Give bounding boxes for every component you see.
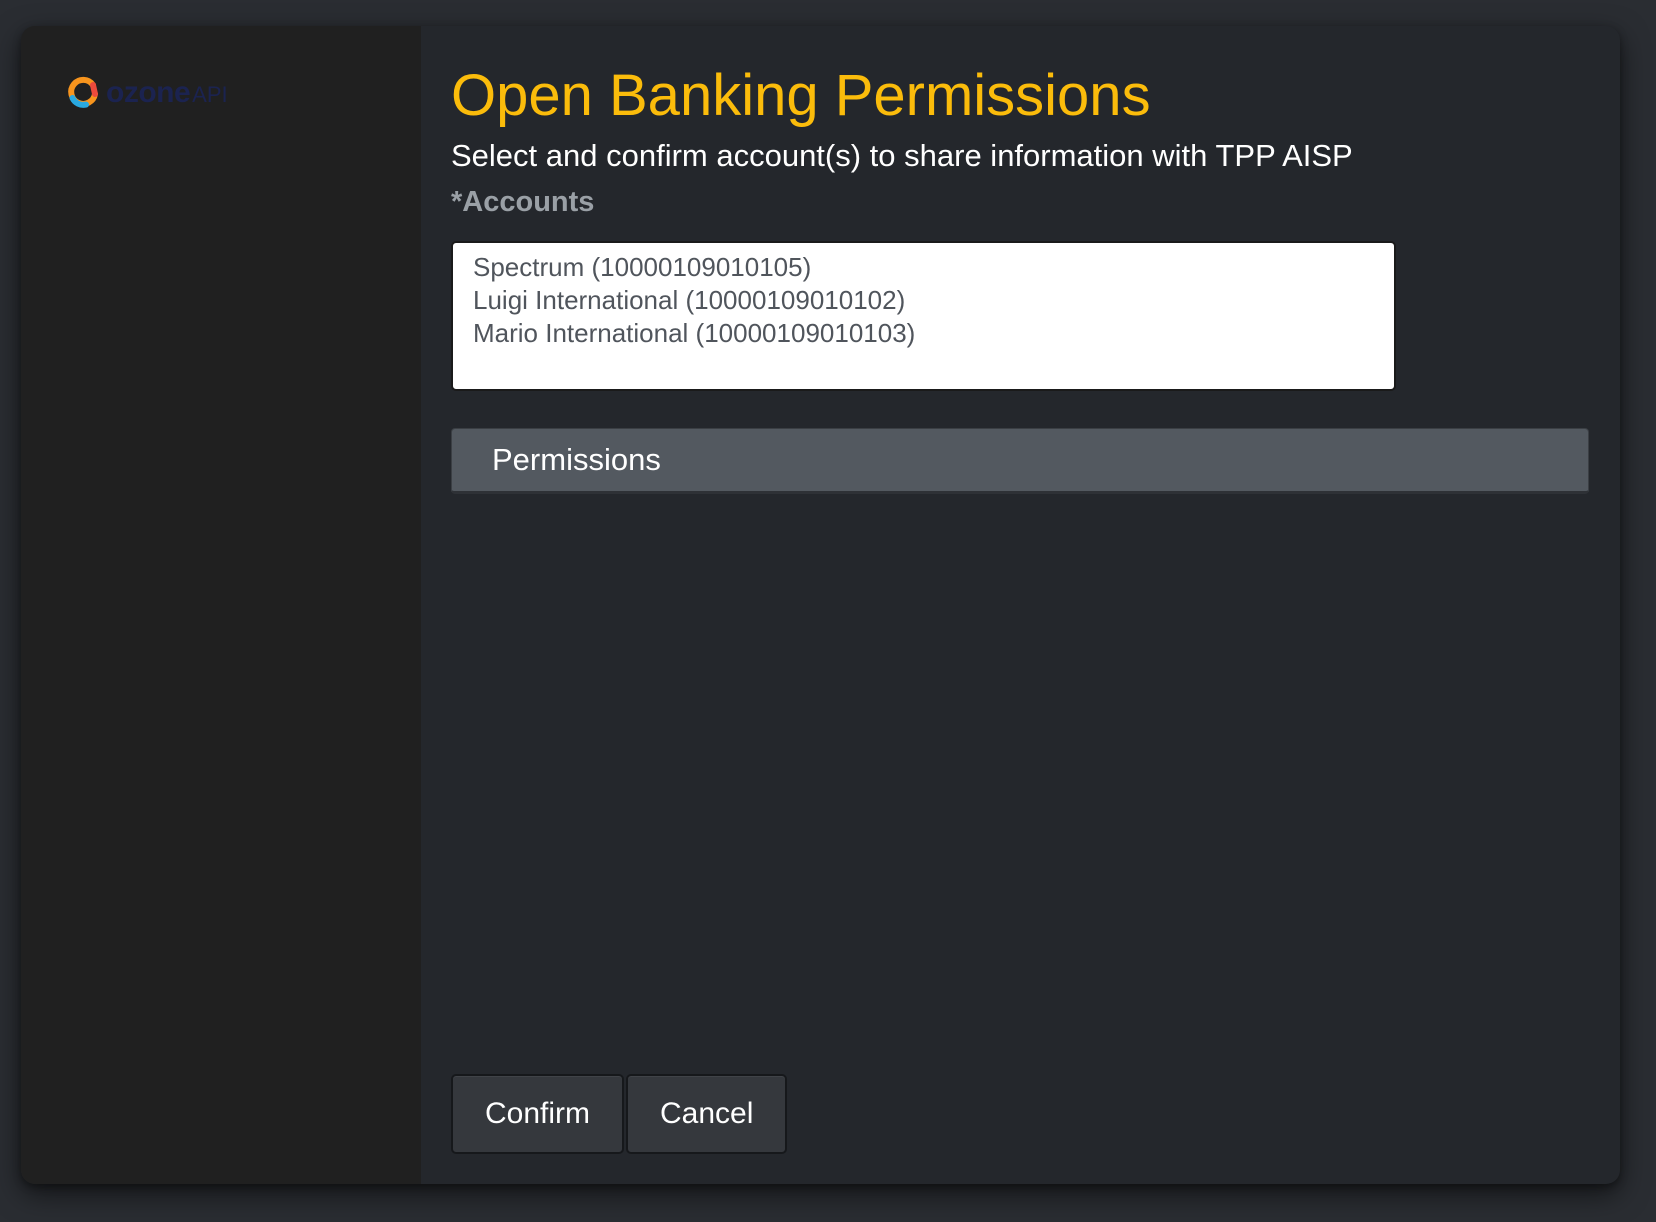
sidebar: ozone API bbox=[21, 26, 421, 1184]
cancel-button[interactable]: Cancel bbox=[626, 1074, 788, 1154]
logo-wordmark: ozone bbox=[106, 76, 191, 109]
accounts-label: *Accounts bbox=[451, 186, 595, 218]
ozone-api-logo: ozone API bbox=[66, 73, 228, 113]
permissions-accordion-header[interactable]: Permissions bbox=[451, 428, 1589, 494]
confirm-button[interactable]: Confirm bbox=[451, 1074, 625, 1154]
consent-window: ozone API Open Banking Permissions Selec… bbox=[21, 26, 1620, 1184]
ozone-logo-icon bbox=[68, 76, 98, 108]
page-title: Open Banking Permissions bbox=[451, 63, 1151, 128]
account-option-luigi-international[interactable]: Luigi International (10000109010102) bbox=[473, 284, 1374, 317]
main-content: Open Banking Permissions Select and conf… bbox=[451, 26, 1590, 1184]
accounts-select-list[interactable]: Spectrum (10000109010105) Luigi Internat… bbox=[451, 241, 1396, 391]
action-buttons: Confirm Cancel bbox=[451, 1074, 789, 1154]
page-subtitle: Select and confirm account(s) to share i… bbox=[451, 138, 1353, 173]
logo-suffix: API bbox=[192, 82, 228, 107]
account-option-mario-international[interactable]: Mario International (10000109010103) bbox=[473, 317, 1374, 350]
account-option-spectrum[interactable]: Spectrum (10000109010105) bbox=[473, 251, 1374, 284]
